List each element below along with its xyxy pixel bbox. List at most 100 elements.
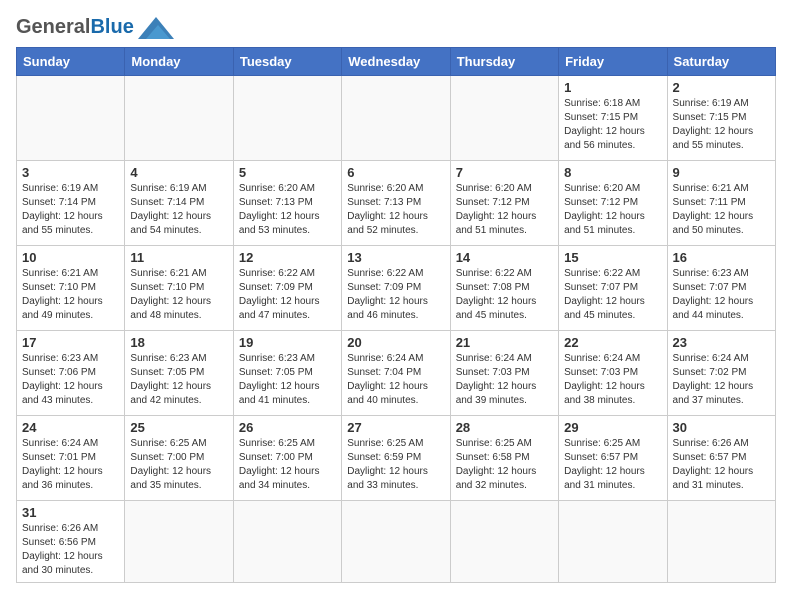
day-info: Sunrise: 6:23 AM Sunset: 7:07 PM Dayligh… — [673, 267, 770, 323]
day-info: Sunrise: 6:20 AM Sunset: 7:13 PM Dayligh… — [347, 182, 444, 238]
calendar-day-cell: 11 Sunrise: 6:21 AM Sunset: 7:10 PM Dayli… — [125, 246, 233, 331]
day-info: Sunrise: 6:21 AM Sunset: 7:11 PM Dayligh… — [673, 182, 770, 238]
day-info: Sunrise: 6:22 AM Sunset: 7:09 PM Dayligh… — [347, 267, 444, 323]
calendar-day-cell: 31Sunrise: 6:26 AM Sunset: 6:56 PM Dayli… — [17, 501, 125, 583]
logo-general: General — [16, 16, 90, 38]
day-number: 2 — [673, 80, 770, 95]
calendar-day-cell: 15Sunrise: 6:22 AM Sunset: 7:07 PM Dayli… — [559, 246, 667, 331]
calendar-day-cell: 21 Sunrise: 6:24 AM Sunset: 7:03 PM Dayli… — [450, 331, 558, 416]
calendar-day-cell — [342, 76, 450, 161]
day-info: Sunrise: 6:26 AM Sunset: 6:57 PM Dayligh… — [673, 437, 770, 493]
calendar-day-cell — [450, 76, 558, 161]
weekday-header-row: SundayMondayTuesdayWednesdayThursdayFrid… — [17, 48, 776, 76]
calendar-day-cell — [17, 76, 125, 161]
calendar-day-cell: 13 Sunrise: 6:22 AM Sunset: 7:09 PM Dayli… — [342, 246, 450, 331]
calendar-day-cell: 10 Sunrise: 6:21 AM Sunset: 7:10 PM Dayli… — [17, 246, 125, 331]
day-info: Sunrise: 6:19 AM Sunset: 7:15 PM Dayligh… — [673, 97, 770, 153]
day-info: Sunrise: 6:24 AM Sunset: 7:01 PM Dayligh… — [22, 437, 119, 493]
calendar-day-cell: 3 Sunrise: 6:19 AM Sunset: 7:14 PM Daylig… — [17, 161, 125, 246]
page-header: GeneralBlue — [16, 16, 776, 39]
day-number: 30 — [673, 420, 770, 435]
weekday-header-wednesday: Wednesday — [342, 48, 450, 76]
day-info: Sunrise: 6:23 AM Sunset: 7:05 PM Dayligh… — [130, 352, 227, 408]
day-info: Sunrise: 6:23 AM Sunset: 7:05 PM Dayligh… — [239, 352, 336, 408]
day-number: 22 — [564, 335, 661, 350]
day-info: Sunrise: 6:25 AM Sunset: 6:59 PM Dayligh… — [347, 437, 444, 493]
calendar-day-cell: 4Sunrise: 6:19 AM Sunset: 7:14 PM Daylig… — [125, 161, 233, 246]
day-info: Sunrise: 6:21 AM Sunset: 7:10 PM Dayligh… — [22, 267, 119, 323]
day-number: 28 — [456, 420, 553, 435]
day-number: 23 — [673, 335, 770, 350]
day-number: 24 — [22, 420, 119, 435]
day-info: Sunrise: 6:20 AM Sunset: 7:13 PM Dayligh… — [239, 182, 336, 238]
day-info: Sunrise: 6:20 AM Sunset: 7:12 PM Dayligh… — [456, 182, 553, 238]
calendar-day-cell: 30 Sunrise: 6:26 AM Sunset: 6:57 PM Dayli… — [667, 416, 775, 501]
day-number: 19 — [239, 335, 336, 350]
calendar-day-cell — [450, 501, 558, 583]
day-number: 21 — [456, 335, 553, 350]
weekday-header-tuesday: Tuesday — [233, 48, 341, 76]
calendar-day-cell: 19 Sunrise: 6:23 AM Sunset: 7:05 PM Dayli… — [233, 331, 341, 416]
calendar-day-cell — [125, 501, 233, 583]
logo-area: GeneralBlue — [16, 16, 174, 39]
calendar-day-cell: 8 Sunrise: 6:20 AM Sunset: 7:12 PM Daylig… — [559, 161, 667, 246]
calendar-week-row: 1Sunrise: 6:18 AM Sunset: 7:15 PM Daylig… — [17, 76, 776, 161]
day-number: 11 — [130, 250, 227, 265]
day-number: 7 — [456, 165, 553, 180]
day-number: 16 — [673, 250, 770, 265]
day-number: 18 — [130, 335, 227, 350]
day-info: Sunrise: 6:24 AM Sunset: 7:03 PM Dayligh… — [564, 352, 661, 408]
day-number: 13 — [347, 250, 444, 265]
day-number: 1 — [564, 80, 661, 95]
calendar-day-cell — [667, 501, 775, 583]
day-number: 17 — [22, 335, 119, 350]
calendar-day-cell: 14Sunrise: 6:22 AM Sunset: 7:08 PM Dayli… — [450, 246, 558, 331]
calendar-day-cell: 17 Sunrise: 6:23 AM Sunset: 7:06 PM Dayli… — [17, 331, 125, 416]
calendar-day-cell — [559, 501, 667, 583]
day-info: Sunrise: 6:22 AM Sunset: 7:08 PM Dayligh… — [456, 267, 553, 323]
day-info: Sunrise: 6:19 AM Sunset: 7:14 PM Dayligh… — [22, 182, 119, 238]
calendar-day-cell — [342, 501, 450, 583]
weekday-header-sunday: Sunday — [17, 48, 125, 76]
calendar-day-cell: 2 Sunrise: 6:19 AM Sunset: 7:15 PM Daylig… — [667, 76, 775, 161]
calendar-week-row: 31Sunrise: 6:26 AM Sunset: 6:56 PM Dayli… — [17, 501, 776, 583]
calendar-week-row: 3 Sunrise: 6:19 AM Sunset: 7:14 PM Daylig… — [17, 161, 776, 246]
logo-text: GeneralBlue — [16, 16, 134, 39]
day-info: Sunrise: 6:25 AM Sunset: 7:00 PM Dayligh… — [239, 437, 336, 493]
day-number: 8 — [564, 165, 661, 180]
day-info: Sunrise: 6:25 AM Sunset: 6:57 PM Dayligh… — [564, 437, 661, 493]
day-info: Sunrise: 6:21 AM Sunset: 7:10 PM Dayligh… — [130, 267, 227, 323]
weekday-header-saturday: Saturday — [667, 48, 775, 76]
calendar-day-cell: 25Sunrise: 6:25 AM Sunset: 7:00 PM Dayli… — [125, 416, 233, 501]
day-number: 12 — [239, 250, 336, 265]
calendar-day-cell: 20Sunrise: 6:24 AM Sunset: 7:04 PM Dayli… — [342, 331, 450, 416]
day-number: 3 — [22, 165, 119, 180]
day-info: Sunrise: 6:22 AM Sunset: 7:09 PM Dayligh… — [239, 267, 336, 323]
weekday-header-thursday: Thursday — [450, 48, 558, 76]
logo-blue: Blue — [90, 16, 133, 38]
day-info: Sunrise: 6:22 AM Sunset: 7:07 PM Dayligh… — [564, 267, 661, 323]
day-number: 6 — [347, 165, 444, 180]
day-number: 4 — [130, 165, 227, 180]
calendar-day-cell: 16 Sunrise: 6:23 AM Sunset: 7:07 PM Dayli… — [667, 246, 775, 331]
day-info: Sunrise: 6:24 AM Sunset: 7:03 PM Dayligh… — [456, 352, 553, 408]
day-info: Sunrise: 6:24 AM Sunset: 7:02 PM Dayligh… — [673, 352, 770, 408]
calendar-week-row: 17 Sunrise: 6:23 AM Sunset: 7:06 PM Dayli… — [17, 331, 776, 416]
calendar-day-cell: 5Sunrise: 6:20 AM Sunset: 7:13 PM Daylig… — [233, 161, 341, 246]
calendar-day-cell: 1Sunrise: 6:18 AM Sunset: 7:15 PM Daylig… — [559, 76, 667, 161]
logo-icon — [138, 17, 174, 39]
weekday-header-friday: Friday — [559, 48, 667, 76]
calendar-day-cell: 23 Sunrise: 6:24 AM Sunset: 7:02 PM Dayli… — [667, 331, 775, 416]
calendar-day-cell: 24 Sunrise: 6:24 AM Sunset: 7:01 PM Dayli… — [17, 416, 125, 501]
day-info: Sunrise: 6:26 AM Sunset: 6:56 PM Dayligh… — [22, 522, 119, 578]
calendar-day-cell — [125, 76, 233, 161]
day-number: 10 — [22, 250, 119, 265]
day-info: Sunrise: 6:20 AM Sunset: 7:12 PM Dayligh… — [564, 182, 661, 238]
day-number: 26 — [239, 420, 336, 435]
calendar-day-cell: 27 Sunrise: 6:25 AM Sunset: 6:59 PM Dayli… — [342, 416, 450, 501]
day-number: 27 — [347, 420, 444, 435]
calendar-day-cell: 12 Sunrise: 6:22 AM Sunset: 7:09 PM Dayli… — [233, 246, 341, 331]
day-info: Sunrise: 6:23 AM Sunset: 7:06 PM Dayligh… — [22, 352, 119, 408]
calendar-week-row: 10 Sunrise: 6:21 AM Sunset: 7:10 PM Dayli… — [17, 246, 776, 331]
day-number: 20 — [347, 335, 444, 350]
